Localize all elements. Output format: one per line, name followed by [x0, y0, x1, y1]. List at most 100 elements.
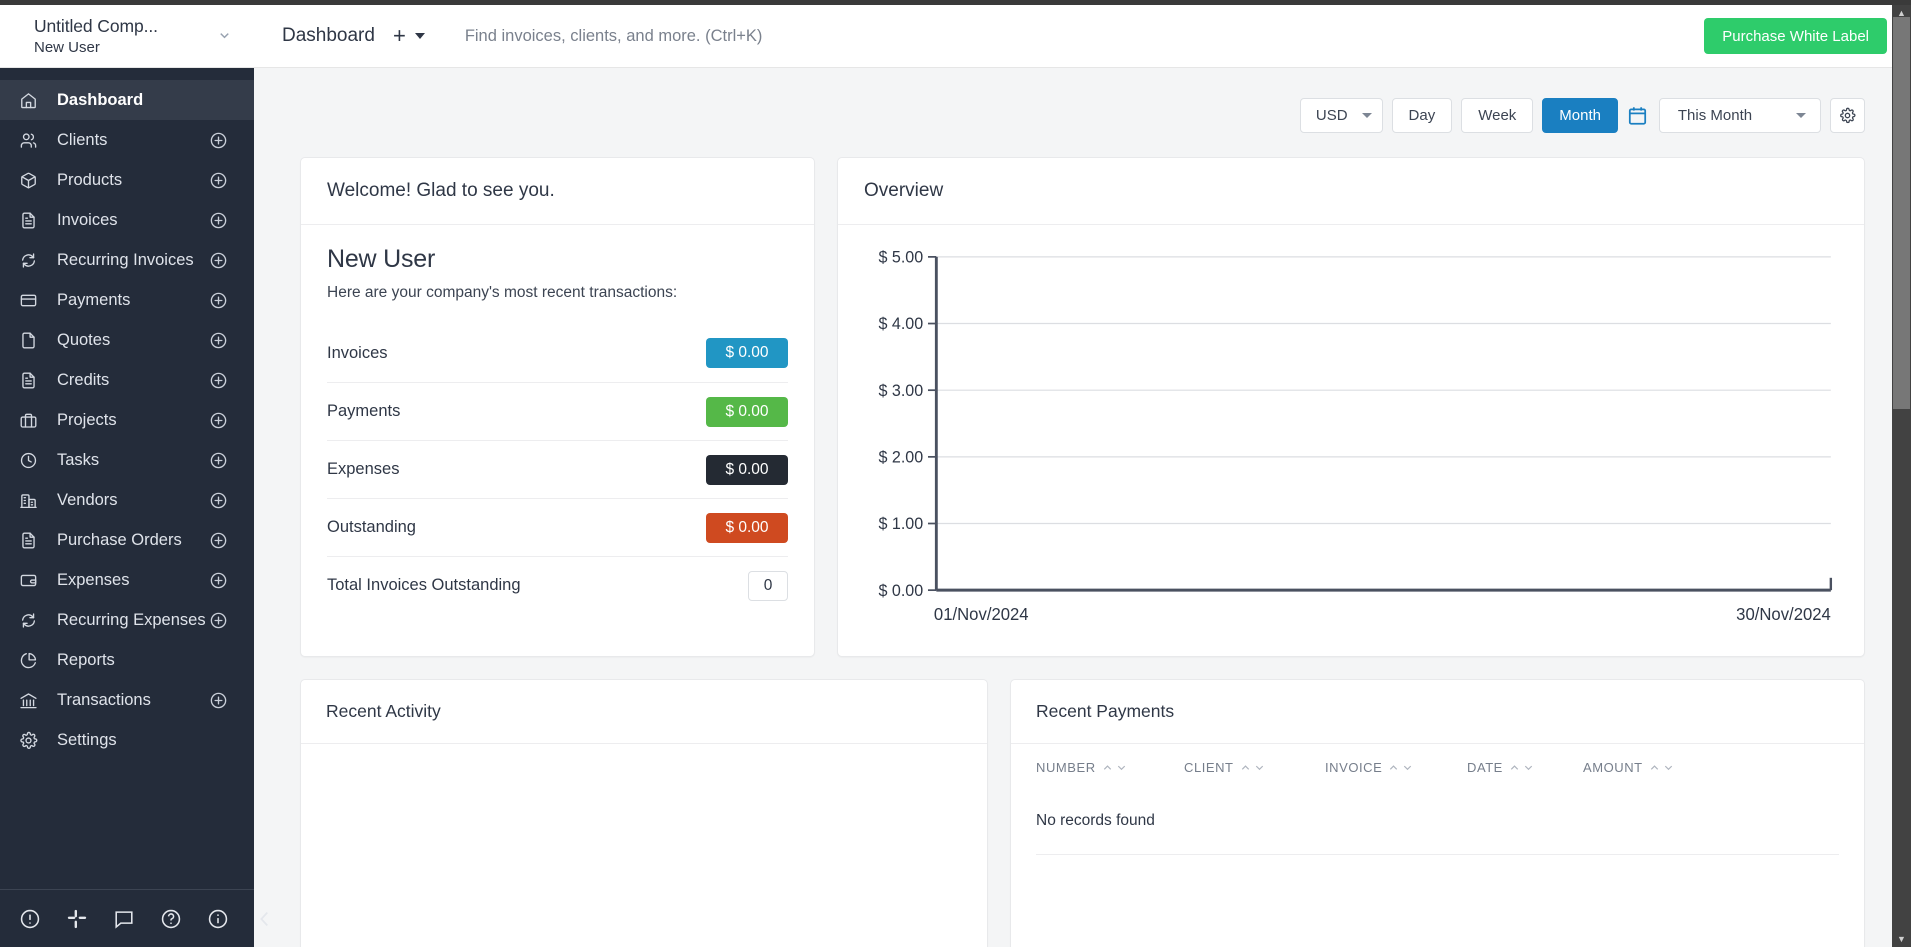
- chevron-down-icon[interactable]: [1254, 762, 1265, 773]
- date-range-select[interactable]: This Month: [1659, 98, 1821, 133]
- sort-controls[interactable]: [1388, 762, 1413, 773]
- column-header-invoice[interactable]: INVOICE: [1325, 760, 1467, 775]
- sort-controls[interactable]: [1102, 762, 1127, 773]
- chevron-down-icon[interactable]: [1523, 762, 1534, 773]
- period-button-month[interactable]: Month: [1542, 98, 1618, 133]
- plus-icon[interactable]: +: [393, 25, 406, 47]
- plus-circle-icon[interactable]: [209, 691, 228, 710]
- help-circle-icon[interactable]: [160, 908, 182, 930]
- company-selector[interactable]: Untitled Comp... New User: [0, 5, 254, 68]
- chevron-up-icon[interactable]: [1509, 762, 1520, 773]
- sidebar-item-clients[interactable]: Clients: [0, 120, 254, 160]
- sidebar-item-recurring-expenses[interactable]: Recurring Expenses: [0, 600, 254, 640]
- sidebar-item-label: Projects: [57, 411, 209, 430]
- sidebar-item-purchase-orders[interactable]: Purchase Orders: [0, 520, 254, 560]
- sidebar-item-tasks[interactable]: Tasks: [0, 440, 254, 480]
- sidebar-item-recurring-invoices[interactable]: Recurring Invoices: [0, 240, 254, 280]
- plus-circle-icon[interactable]: [209, 291, 228, 310]
- sidebar-item-reports[interactable]: Reports: [0, 640, 254, 680]
- chevron-down-icon[interactable]: [1116, 762, 1127, 773]
- scrollbar-thumb[interactable]: [1893, 17, 1910, 409]
- filter-toolbar: USD Day Week Month This Month: [300, 68, 1865, 157]
- dashboard-settings-button[interactable]: [1830, 98, 1865, 133]
- plus-circle-icon[interactable]: [209, 331, 228, 350]
- sidebar-item-transactions[interactable]: Transactions: [0, 680, 254, 720]
- svg-text:$ 5.00: $ 5.00: [878, 248, 923, 266]
- info-circle-icon[interactable]: [207, 908, 229, 930]
- sidebar-item-vendors[interactable]: Vendors: [0, 480, 254, 520]
- stat-value[interactable]: $ 0.00: [706, 397, 788, 427]
- refresh-icon: [18, 250, 39, 271]
- plus-circle-icon[interactable]: [209, 131, 228, 150]
- plus-circle-icon[interactable]: [209, 611, 228, 630]
- sidebar: Untitled Comp... New User Dashboard Clien…: [0, 0, 254, 947]
- purchase-white-label-button[interactable]: Purchase White Label: [1704, 18, 1887, 54]
- period-button-day[interactable]: Day: [1392, 98, 1453, 133]
- chevron-down-icon[interactable]: [1663, 762, 1674, 773]
- home-icon: [18, 90, 39, 111]
- sidebar-item-dashboard[interactable]: Dashboard: [0, 80, 254, 120]
- page-title: Dashboard: [282, 25, 375, 47]
- sort-controls[interactable]: [1509, 762, 1534, 773]
- chevron-up-icon[interactable]: [1240, 762, 1251, 773]
- refresh-icon: [18, 610, 39, 631]
- collapse-chevron-icon[interactable]: [254, 908, 276, 930]
- plus-circle-icon[interactable]: [209, 491, 228, 510]
- plus-circle-icon[interactable]: [209, 571, 228, 590]
- chat-bubble-icon[interactable]: [113, 908, 135, 930]
- sidebar-item-settings[interactable]: Settings: [0, 720, 254, 760]
- page-scrollbar[interactable]: ▲ ▼: [1892, 5, 1911, 947]
- column-header-amount[interactable]: AMOUNT: [1583, 760, 1703, 775]
- plus-circle-icon[interactable]: [209, 371, 228, 390]
- chevron-up-icon[interactable]: [1388, 762, 1399, 773]
- stat-label: Expenses: [327, 460, 399, 479]
- currency-select[interactable]: USD: [1300, 98, 1383, 133]
- slack-icon[interactable]: [66, 908, 88, 930]
- sidebar-item-products[interactable]: Products: [0, 160, 254, 200]
- sidebar-item-credits[interactable]: Credits: [0, 360, 254, 400]
- search-input[interactable]: [465, 27, 1704, 46]
- triangle-down-icon[interactable]: ▼: [1892, 932, 1911, 946]
- column-header-label: AMOUNT: [1583, 760, 1643, 775]
- stat-value[interactable]: 0: [748, 571, 788, 601]
- stat-row: Expenses $ 0.00: [327, 440, 788, 498]
- alert-circle-icon[interactable]: [19, 908, 41, 930]
- plus-circle-icon[interactable]: [209, 171, 228, 190]
- sidebar-item-label: Clients: [57, 131, 209, 150]
- stat-value[interactable]: $ 0.00: [706, 338, 788, 368]
- building-icon: [18, 490, 39, 511]
- box-icon: [18, 170, 39, 191]
- sidebar-item-projects[interactable]: Projects: [0, 400, 254, 440]
- sidebar-item-label: Payments: [57, 291, 209, 310]
- overview-chart[interactable]: $ 0.00$ 1.00$ 2.00$ 3.00$ 4.00$ 5.0001/N…: [838, 225, 1864, 656]
- sidebar-item-label: Vendors: [57, 491, 209, 510]
- plus-circle-icon[interactable]: [209, 211, 228, 230]
- sidebar-item-invoices[interactable]: Invoices: [0, 200, 254, 240]
- column-header-label: CLIENT: [1184, 760, 1234, 775]
- plus-circle-icon[interactable]: [209, 451, 228, 470]
- stat-value[interactable]: $ 0.00: [706, 455, 788, 485]
- sidebar-item-payments[interactable]: Payments: [0, 280, 254, 320]
- column-header-number[interactable]: NUMBER: [1036, 760, 1184, 775]
- sidebar-item-quotes[interactable]: Quotes: [0, 320, 254, 360]
- sort-controls[interactable]: [1649, 762, 1674, 773]
- calendar-icon[interactable]: [1627, 105, 1648, 126]
- column-header-label: NUMBER: [1036, 760, 1096, 775]
- chevron-down-icon[interactable]: [1402, 762, 1413, 773]
- welcome-spacer: [327, 614, 788, 656]
- period-button-week[interactable]: Week: [1461, 98, 1533, 133]
- chevron-up-icon[interactable]: [1649, 762, 1660, 773]
- chevron-down-icon[interactable]: [217, 28, 232, 45]
- column-header-client[interactable]: CLIENT: [1184, 760, 1325, 775]
- stat-row: Payments$ 0.00: [327, 382, 788, 440]
- plus-circle-icon[interactable]: [209, 251, 228, 270]
- chevron-up-icon[interactable]: [1102, 762, 1113, 773]
- caret-down-icon[interactable]: [415, 33, 425, 39]
- column-header-date[interactable]: DATE: [1467, 760, 1583, 775]
- sidebar-item-expenses[interactable]: Expenses: [0, 560, 254, 600]
- sort-controls[interactable]: [1240, 762, 1265, 773]
- plus-circle-icon[interactable]: [209, 411, 228, 430]
- stat-value[interactable]: $ 0.00: [706, 513, 788, 543]
- recent-payments-card: Recent Payments NUMBERCLIENTINVOICEDATEA…: [1010, 679, 1865, 947]
- plus-circle-icon[interactable]: [209, 531, 228, 550]
